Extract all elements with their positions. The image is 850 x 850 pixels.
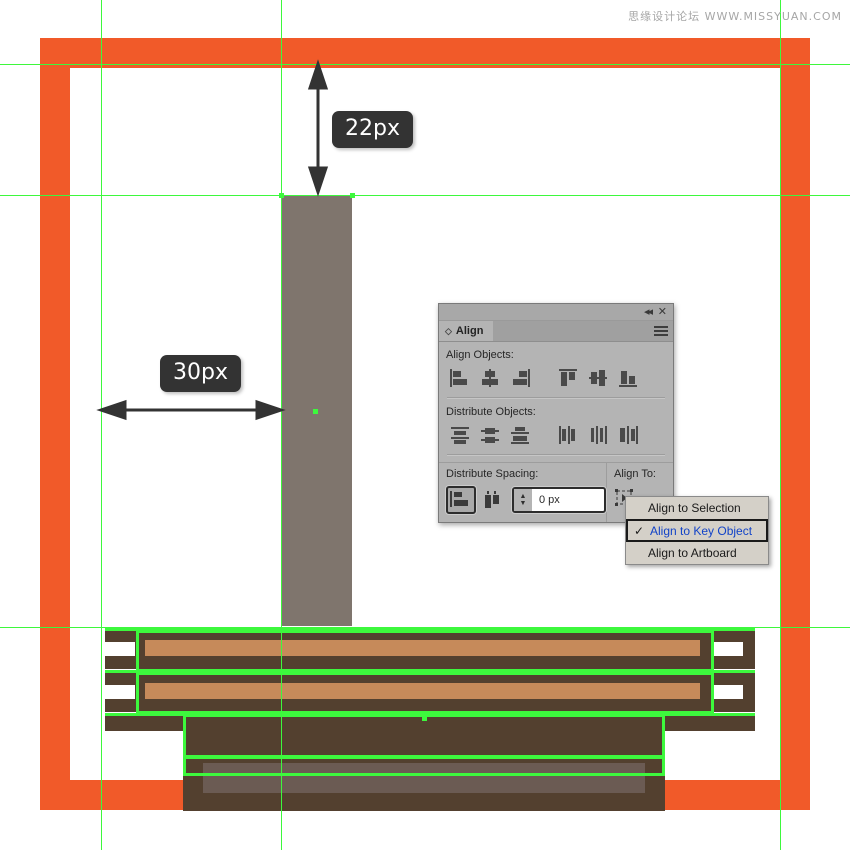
stepper-down-icon[interactable]: ▼ — [520, 500, 527, 507]
measurement-layer: 22px 30px — [0, 0, 850, 850]
vertical-distribute-bottom-button[interactable] — [505, 422, 535, 448]
panel-body: Align Objects: Distribute Objects: Distr… — [439, 342, 673, 522]
vertical-distribute-top-button[interactable] — [445, 422, 475, 448]
tab-align[interactable]: ◇ Align — [439, 321, 494, 341]
horizontal-distribute-center-button[interactable] — [583, 422, 613, 448]
panel-title: Align — [455, 325, 484, 337]
vertical-align-top-button[interactable] — [553, 365, 583, 391]
distribute-objects-row — [439, 422, 673, 452]
close-icon[interactable]: ✕ — [658, 306, 667, 318]
horizontal-distribute-left-button[interactable] — [553, 422, 583, 448]
vertical-align-middle-button[interactable] — [583, 365, 613, 391]
horizontal-align-left-button[interactable] — [445, 365, 475, 391]
horizontal-distribute-right-button[interactable] — [613, 422, 643, 448]
menu-item-label: Align to Artboard — [648, 546, 737, 560]
measure-arrows-svg — [96, 59, 329, 421]
align-to-label: Align To: — [614, 468, 656, 480]
horizontal-distribute-space-button[interactable] — [481, 488, 507, 512]
vertical-distribute-center-button[interactable] — [475, 422, 505, 448]
diamond-icon: ◇ — [445, 325, 452, 336]
menu-item-label: Align to Selection — [648, 501, 741, 515]
spacing-value-field[interactable]: ▲ ▼ 0 px — [512, 487, 606, 513]
align-objects-row — [439, 365, 673, 395]
spacing-value: 0 px — [539, 494, 560, 506]
menu-item-align-to-key-object[interactable]: ✓ Align to Key Object — [626, 519, 768, 542]
panel-menu-icon[interactable] — [654, 326, 668, 336]
menu-item-align-to-artboard[interactable]: Align to Artboard — [626, 542, 768, 564]
align-objects-label: Align Objects: — [446, 349, 514, 361]
measure-label-horizontal: 30px — [160, 355, 241, 392]
align-panel[interactable]: ◂◂ ✕ ◇ Align Align Objects: Distribute O… — [438, 303, 674, 523]
horizontal-align-center-button[interactable] — [475, 365, 505, 391]
vertical-distribute-space-button[interactable] — [446, 486, 476, 514]
distribute-spacing-label: Distribute Spacing: — [446, 468, 539, 480]
panel-tab-row: ◇ Align — [439, 321, 673, 342]
distribute-spacing-column: Distribute Spacing: ▲ ▼ 0 px — [439, 463, 607, 522]
collapse-icon[interactable]: ◂◂ — [644, 306, 653, 318]
divider-1 — [447, 397, 665, 399]
spacing-stepper[interactable]: ▲ ▼ — [514, 489, 532, 511]
illustrator-canvas: 22px 30px ◂◂ ✕ ◇ Align Align Objects: Di… — [0, 0, 850, 850]
divider-2 — [447, 454, 665, 456]
watermark: 思缘设计论坛 WWW.MISSYUAN.COM — [628, 10, 842, 23]
horizontal-align-right-button[interactable] — [505, 365, 535, 391]
stepper-up-icon[interactable]: ▲ — [520, 493, 527, 500]
panel-titlebar[interactable]: ◂◂ ✕ — [439, 304, 673, 321]
menu-item-align-to-selection[interactable]: Align to Selection — [626, 497, 768, 519]
distribute-objects-label: Distribute Objects: — [446, 406, 536, 418]
measure-label-vertical: 22px — [332, 111, 413, 148]
vertical-align-bottom-button[interactable] — [613, 365, 643, 391]
check-icon: ✓ — [634, 523, 645, 538]
distribute-spacing-controls: ▲ ▼ 0 px — [446, 486, 606, 514]
menu-item-label: Align to Key Object — [650, 523, 753, 538]
align-to-dropdown-menu[interactable]: Align to Selection ✓ Align to Key Object… — [625, 496, 769, 565]
